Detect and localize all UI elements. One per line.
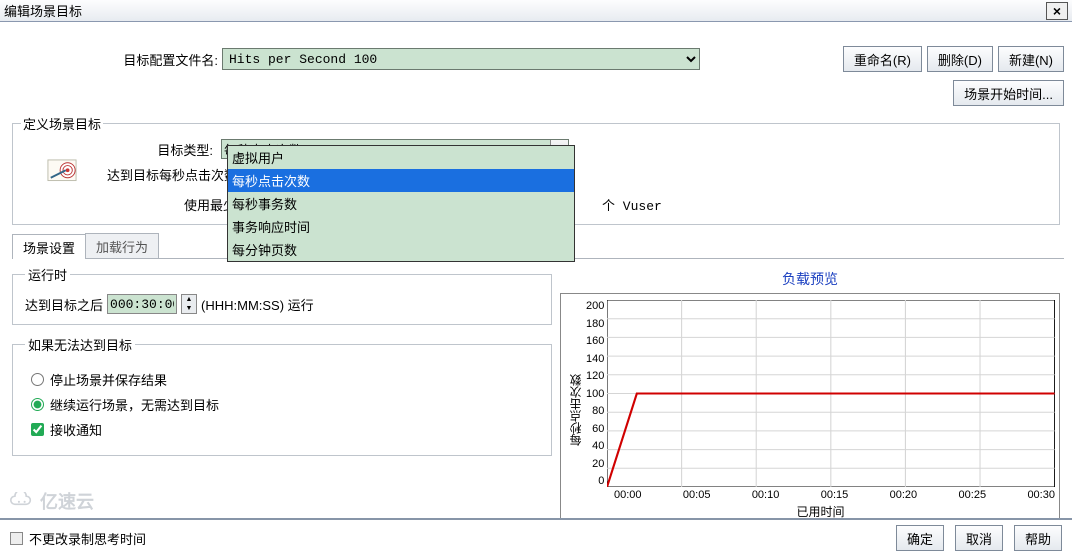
chart-title: 负载预览 [560, 269, 1060, 289]
runtime-fieldset: 运行时 达到目标之后 ▲▼ (HHH:MM:SS) 运行 [12, 265, 552, 325]
target-type-dropdown[interactable]: 虚拟用户 每秒点击次数 每秒事务数 事务响应时间 每分钟页数 [227, 145, 575, 262]
footer-check-row[interactable]: 不更改录制思考时间 [10, 529, 146, 548]
dropdown-opt-2[interactable]: 每秒事务数 [228, 192, 574, 215]
define-target-legend: 定义场景目标 [21, 114, 103, 133]
delete-button[interactable]: 删除(D) [927, 46, 993, 72]
opt-continue-radio[interactable] [31, 398, 44, 411]
window-title: 编辑场景目标 [4, 1, 1046, 20]
fail-legend: 如果无法达到目标 [25, 335, 135, 354]
dropdown-opt-0[interactable]: 虚拟用户 [228, 146, 574, 169]
titlebar: 编辑场景目标 × [0, 0, 1072, 22]
after-reach-label: 达到目标之后 [25, 295, 103, 314]
runtime-legend: 运行时 [25, 265, 70, 284]
spin-up-icon: ▲ [182, 295, 196, 304]
ok-button[interactable]: 确定 [896, 525, 944, 551]
chart-xticks: 00:0000:0500:1000:1500:2000:2500:30 [614, 489, 1055, 501]
help-button[interactable]: 帮助 [1014, 525, 1062, 551]
chart-plot [607, 300, 1055, 487]
target-icon [47, 159, 77, 183]
new-button[interactable]: 新建(N) [998, 46, 1064, 72]
chart-yticks: 200180160140120100806040200 [586, 300, 607, 487]
profile-select[interactable]: Hits per Second 100 [222, 48, 700, 70]
use-min-label: 使用最少 [21, 195, 236, 214]
fail-fieldset: 如果无法达到目标 停止场景并保存结果 继续运行场景，无需达到目标 接收通知 [12, 335, 552, 456]
opt-stop-row[interactable]: 停止场景并保存结果 [31, 370, 539, 389]
time-format-label: (HHH:MM:SS) 运行 [201, 295, 314, 314]
tab-load-behavior[interactable]: 加载行为 [85, 233, 159, 258]
watermark: 亿速云 [10, 488, 94, 514]
duration-spinner[interactable]: ▲▼ [181, 294, 197, 314]
opt-stop-radio[interactable] [31, 373, 44, 386]
dropdown-opt-4[interactable]: 每分钟页数 [228, 238, 574, 261]
opt-notify-checkbox[interactable] [31, 423, 44, 436]
close-icon: × [1053, 3, 1061, 19]
duration-input[interactable] [107, 294, 177, 314]
spin-down-icon: ▼ [182, 304, 196, 313]
chart-box: 每秒点击次数 200180160140120100806040200 [560, 293, 1060, 525]
dropdown-opt-3[interactable]: 事务响应时间 [228, 215, 574, 238]
config-label: 目标配置文件名: [8, 50, 222, 69]
start-time-button[interactable]: 场景开始时间... [953, 80, 1064, 106]
rename-button[interactable]: 重命名(R) [843, 46, 922, 72]
close-button[interactable]: × [1046, 2, 1068, 20]
opt-continue-row[interactable]: 继续运行场景，无需达到目标 [31, 395, 539, 414]
target-type-label: 目标类型: [21, 140, 221, 159]
opt-notify-row[interactable]: 接收通知 [31, 420, 539, 439]
profile-row: 目标配置文件名: Hits per Second 100 重命名(R) 删除(D… [8, 46, 1064, 72]
dropdown-opt-1[interactable]: 每秒点击次数 [228, 169, 574, 192]
vuser-label: 个 Vuser [602, 195, 662, 214]
cancel-button[interactable]: 取消 [955, 525, 1003, 551]
chart-ylabel: 每秒点击次数 [565, 300, 586, 520]
footer-checkbox[interactable] [10, 532, 23, 545]
tab-scene-settings[interactable]: 场景设置 [12, 234, 86, 259]
footer: 不更改录制思考时间 确定 取消 帮助 [0, 518, 1072, 556]
